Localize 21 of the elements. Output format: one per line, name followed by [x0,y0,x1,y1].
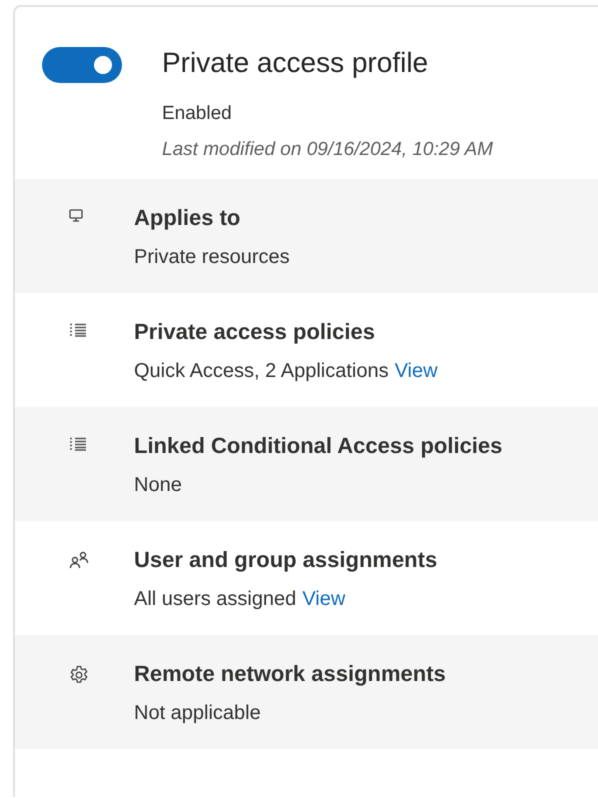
toggle-switch[interactable] [42,47,122,83]
row-detail: Quick Access, 2 Applications [134,360,389,382]
monitor-icon [69,209,83,222]
last-modified-text: Last modified on 09/16/2024, 10:29 AM [162,139,493,161]
list-icon [69,437,87,451]
settings-icon [69,665,89,685]
row-title: Remote network assignments [134,661,446,687]
view-link[interactable]: View [394,360,438,382]
row-title: User and group assignments [134,547,438,573]
row-detail: None [134,474,182,496]
people-icon [69,551,89,569]
list-icon [69,323,87,337]
row-detail: Not applicable [134,702,261,724]
row-title: Linked Conditional Access policies [134,433,502,459]
status-text: Enabled [162,103,233,125]
profile-title: Private access profile [162,47,430,79]
view-link[interactable]: View [302,588,346,610]
row-title: Private access policies [134,319,376,345]
row-detail: Private resources [134,246,290,268]
row-title: Applies to [134,205,242,231]
row-detail: All users assigned [134,588,296,610]
